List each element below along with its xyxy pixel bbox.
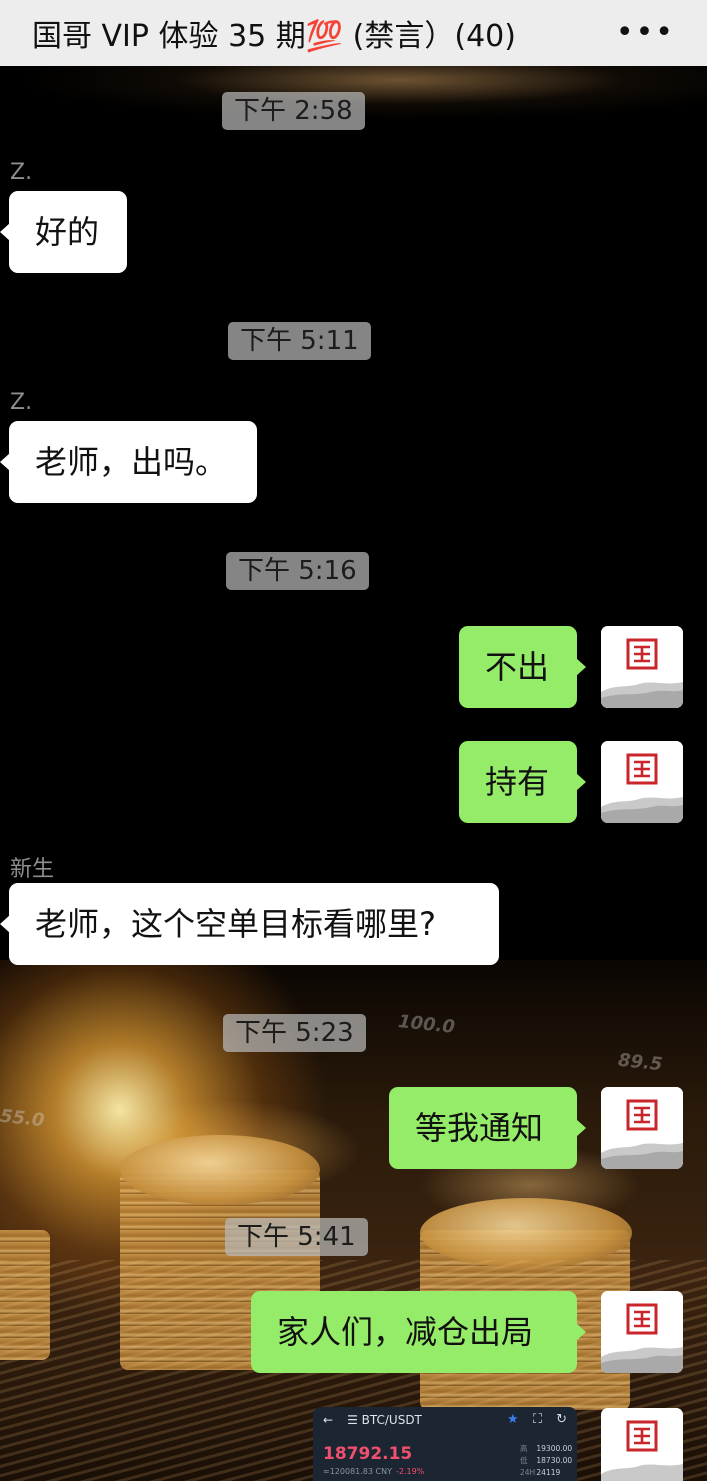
- coin-top: [120, 1135, 320, 1205]
- outgoing-message-bubble[interactable]: 等我通知: [389, 1087, 586, 1169]
- low-label: 低: [520, 1456, 528, 1465]
- chat-title: 国哥 VIP 体验 35 期💯 (禁言）(40): [32, 19, 516, 54]
- timestamp: 下午 5:11: [228, 322, 371, 360]
- back-arrow-icon: ←: [323, 1413, 334, 1427]
- user-avatar[interactable]: [601, 741, 683, 823]
- volume-label: 24H: [520, 1468, 536, 1477]
- outgoing-message-bubble[interactable]: 不出: [459, 626, 586, 708]
- high-value: 19300.00: [536, 1444, 573, 1453]
- price-subline: ≈120081.83 CNY -2.19%: [323, 1467, 424, 1476]
- volume-value: 24119: [536, 1468, 561, 1477]
- user-avatar[interactable]: [601, 1087, 683, 1169]
- seal-logo-icon: [601, 741, 683, 823]
- seal-logo-icon: [601, 626, 683, 708]
- background-number: 55.0: [0, 1105, 46, 1132]
- chat-header: 国哥 VIP 体验 35 期💯 (禁言）(40) •••: [0, 0, 707, 66]
- background-number: 89.5: [617, 1049, 664, 1076]
- timestamp: 下午 2:58: [222, 92, 365, 130]
- timestamp: 下午 5:41: [225, 1218, 368, 1256]
- more-options-icon[interactable]: •••: [616, 18, 675, 48]
- outgoing-message-bubble[interactable]: 持有: [459, 741, 586, 823]
- sender-name: Z.: [10, 160, 33, 185]
- user-avatar[interactable]: [601, 1408, 683, 1481]
- sender-name: 新生: [10, 857, 55, 882]
- seal-logo-icon: [601, 1291, 683, 1373]
- share-icon: ↻: [556, 1412, 567, 1427]
- incoming-message-bubble[interactable]: 老师，出吗。: [0, 421, 257, 503]
- trade-card-icons: ★ ⛶ ↻: [497, 1412, 567, 1427]
- sender-name: Z.: [10, 390, 33, 415]
- user-avatar[interactable]: [601, 626, 683, 708]
- price-stats: 高 19300.00 低 18730.00 24H 24119: [520, 1443, 572, 1479]
- star-icon: ★: [507, 1412, 519, 1427]
- seal-logo-icon: [601, 1408, 683, 1481]
- low-value: 18730.00: [536, 1456, 573, 1465]
- incoming-message-bubble[interactable]: 老师，这个空单目标看哪里?: [0, 883, 499, 965]
- trade-card-topbar: ← ☰ BTC/USDT: [323, 1413, 422, 1427]
- coin-top: [420, 1198, 632, 1268]
- last-price: 18792.15: [323, 1444, 413, 1464]
- image-message-trading-screenshot[interactable]: ← ☰ BTC/USDT ★ ⛶ ↻ 18792.15 ≈120081.83 C…: [313, 1407, 577, 1481]
- timestamp: 下午 5:23: [223, 1014, 366, 1052]
- incoming-message-bubble[interactable]: 好的: [0, 191, 127, 273]
- high-label: 高: [520, 1444, 528, 1453]
- seal-logo-icon: [601, 1087, 683, 1169]
- trading-pair-label: ☰ BTC/USDT: [347, 1413, 422, 1427]
- outgoing-message-bubble[interactable]: 家人们，减仓出局: [251, 1291, 586, 1373]
- expand-icon: ⛶: [532, 1412, 542, 1427]
- timestamp: 下午 5:16: [226, 552, 369, 590]
- cny-price: ≈120081.83 CNY: [323, 1467, 392, 1476]
- price-change: -2.19%: [395, 1467, 425, 1476]
- user-avatar[interactable]: [601, 1291, 683, 1373]
